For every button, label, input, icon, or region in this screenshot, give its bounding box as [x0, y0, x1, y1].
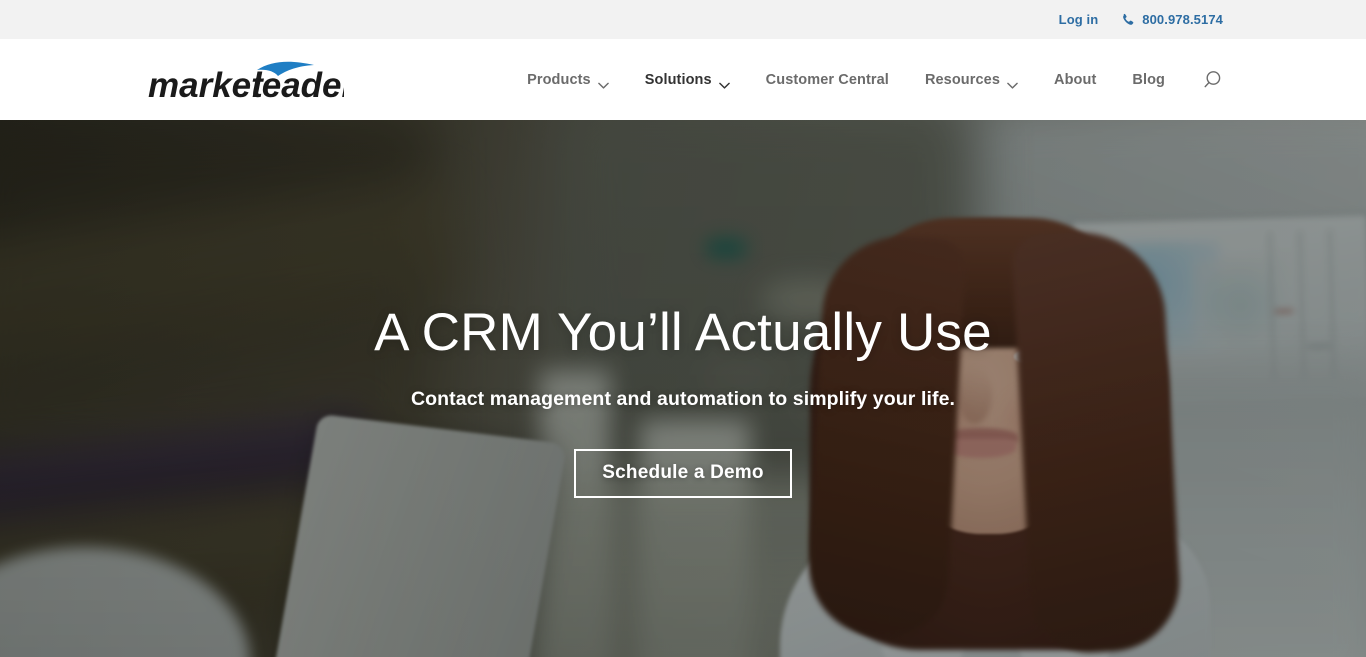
nav-label-customer-central: Customer Central: [765, 71, 889, 88]
nav-item-blog[interactable]: Blog: [1132, 72, 1165, 88]
logo[interactable]: market leader.: [148, 57, 344, 103]
nav-label-solutions: Solutions: [644, 71, 712, 88]
hero-section: A CRM You’ll Actually Use Contact manage…: [0, 120, 1366, 657]
chevron-down-icon: [1007, 77, 1018, 89]
schedule-demo-button[interactable]: Schedule a Demo: [574, 448, 792, 498]
search-icon[interactable]: [1201, 69, 1223, 91]
login-link[interactable]: Log in: [1059, 12, 1099, 27]
nav-item-solutions[interactable]: Solutions: [644, 71, 730, 89]
hero-title: A CRM You’ll Actually Use: [374, 303, 992, 362]
site-header: market leader. Products Solutions Custom…: [0, 39, 1366, 120]
nav-item-about[interactable]: About: [1054, 72, 1096, 88]
chevron-down-icon: [597, 77, 609, 89]
hero-subtitle: Contact management and automation to sim…: [410, 387, 956, 410]
hero-content: A CRM You’ll Actually Use Contact manage…: [0, 120, 1366, 657]
nav-item-resources[interactable]: Resources: [924, 71, 1018, 89]
nav-item-customer-central[interactable]: Customer Central: [766, 72, 889, 88]
top-utility-bar: Log in 800.978.5174: [0, 0, 1366, 39]
phone-icon: [1121, 13, 1135, 27]
svg-text:market: market: [148, 66, 264, 103]
top-utility-links: Log in 800.978.5174: [1059, 12, 1223, 27]
phone-link[interactable]: 800.978.5174: [1121, 12, 1223, 27]
main-navigation: Products Solutions Customer Central Reso…: [527, 69, 1223, 91]
phone-number: 800.978.5174: [1142, 12, 1223, 27]
nav-label-resources: Resources: [924, 71, 1000, 88]
nav-label-about: About: [1054, 71, 1097, 88]
nav-item-products[interactable]: Products: [527, 71, 609, 89]
page-root: Log in 800.978.5174 market leader. Pro: [0, 0, 1366, 657]
chevron-down-icon: [718, 77, 730, 89]
nav-label-products: Products: [527, 71, 591, 88]
nav-label-blog: Blog: [1132, 71, 1165, 88]
svg-text:leader.: leader.: [252, 66, 344, 103]
